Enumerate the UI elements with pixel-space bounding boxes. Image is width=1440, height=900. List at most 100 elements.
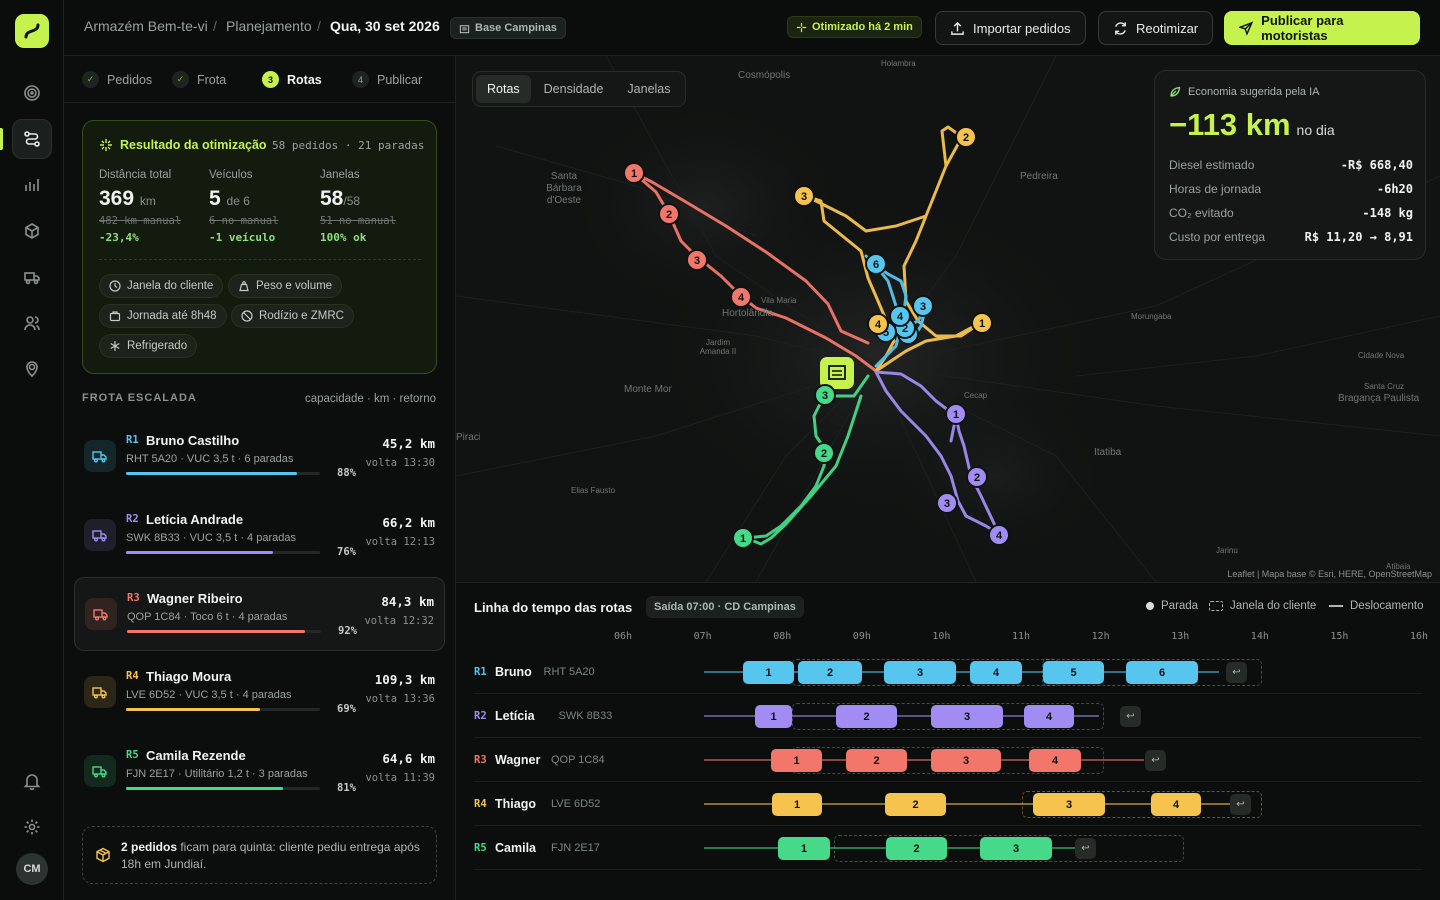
return-icon[interactable]: ↩ [1145,750,1166,771]
stop-marker-r3-2[interactable]: 2 [658,203,680,225]
fleet-vehicle-r5[interactable]: R5 Camila Rezende FJN 2E17 · Utilitário 1,… [74,735,445,809]
nav-routes-icon[interactable] [12,119,52,159]
stop-marker-r2-2[interactable]: 2 [966,466,988,488]
kpi-value-wrap: 369 km [99,187,181,211]
timeline-stop[interactable]: 1 [778,837,830,860]
fleet-vehicle-r2[interactable]: R2 Letícia Andrade SWK 8B33 · VUC 3,5 t · … [74,499,445,573]
publish-button[interactable]: Publicar para motoristas [1224,11,1420,45]
stop-marker-r5-1[interactable]: 1 [732,527,754,549]
stop-marker-r3-3[interactable]: 3 [686,249,708,271]
constraint-tag[interactable]: Jornada até 8h48 [99,304,227,328]
nav-location-icon[interactable] [12,349,52,389]
import-orders-button[interactable]: Importar pedidos [935,11,1086,45]
timeline-stop[interactable]: 2 [846,749,907,772]
notifications-bell-icon[interactable] [12,761,52,801]
capacity-percent: 92% [338,625,357,637]
timeline-stop[interactable]: 5 [1043,661,1104,684]
breadcrumb-org[interactable]: Armazém Bem-te-vi [84,18,208,34]
stop-marker-r2-3[interactable]: 3 [936,492,958,514]
timeline-stop[interactable]: 2 [886,837,947,860]
app-logo[interactable] [15,14,49,48]
timeline-row-r5[interactable]: R5 Camila FJN 2E17 1 2 3 ↩ [474,826,1422,870]
savings-unit: no dia [1296,122,1335,138]
reoptimize-button[interactable]: Reotimizar [1098,11,1214,45]
timeline-stop[interactable]: 3 [884,661,956,684]
driver-first-name: Thiago [495,797,536,811]
timeline-stop[interactable]: 4 [1029,749,1081,772]
base-chip[interactable]: Base Campinas [450,17,566,39]
stop-marker-r2-4[interactable]: 4 [988,524,1010,546]
timeline-row-r4[interactable]: R4 Thiago LVE 6D52 1 2 3 4 ↩ [474,782,1422,826]
kpi-distance: Distância total 369 km 482 km manual -23… [99,169,181,244]
timeline-stop[interactable]: 1 [743,661,794,684]
savings-km: −113 km [1169,107,1291,142]
timeline-stop[interactable]: 3 [980,837,1052,860]
stop-marker-label: 3 [944,498,950,510]
step-pedidos[interactable]: ✓ Pedidos [82,71,152,88]
return-icon[interactable]: ↩ [1120,706,1141,727]
timeline-stop[interactable]: 6 [1126,661,1198,684]
route-map[interactable]: 123456123412341234123 Cosmópolis Holambr… [456,56,1440,582]
hour-tick: 11h [1012,631,1031,642]
capacity-bar [126,551,320,554]
timeline-stop[interactable]: 4 [970,661,1022,684]
stop-marker-r4-2[interactable]: 2 [955,126,977,148]
constraint-tag[interactable]: Rodízio e ZMRC [231,304,354,328]
map-label: Holambra [881,59,916,68]
kpi-windows: Janelas 58/58 51 no manual 100% ok [320,169,396,244]
timeline-stop[interactable]: 4 [1024,705,1074,728]
stop-marker-r2-1[interactable]: 1 [945,403,967,425]
timeline-row-r2[interactable]: R2 Letícia SWK 8B33 1 2 3 4 ↩ [474,694,1422,738]
return-icon[interactable]: ↩ [1075,838,1096,859]
step-rotas[interactable]: 3 Rotas [262,71,322,88]
tab-rotas[interactable]: Rotas [476,75,531,103]
map-attribution[interactable]: Leaflet | Mapa base © Esri, HERE, OpenSt… [1224,569,1435,579]
timeline-row-r3[interactable]: R3 Wagner QOP 1C84 1 2 3 4 ↩ [474,738,1422,782]
nav-users-icon[interactable] [12,303,52,343]
stop-marker-r1-4[interactable]: 4 [889,305,911,327]
map-label: Vila Maria [761,296,797,305]
stop-marker-r4-4[interactable]: 4 [867,313,889,335]
timeline-stop[interactable]: 3 [931,705,1003,728]
fleet-vehicle-r3[interactable]: R3 Wagner Ribeiro QOP 1C84 · Toco 6 t · 4 … [74,577,445,651]
avatar[interactable]: CM [16,853,48,885]
stop-marker-r5-3[interactable]: 3 [814,384,836,406]
timeline-stop[interactable]: 4 [1151,793,1201,816]
timeline-stop[interactable]: 3 [1033,793,1105,816]
stop-marker-r1-6[interactable]: 6 [865,253,887,275]
nav-package-icon[interactable] [12,211,52,251]
timeline-stop[interactable]: 2 [885,793,946,816]
route-distance: 84,3 km [381,594,434,609]
map-label: Cosmópolis [738,70,791,81]
timeline-stop[interactable]: 2 [798,661,862,684]
breadcrumb-section[interactable]: Planejamento [226,18,312,34]
nav-truck-icon[interactable] [12,257,52,297]
timeline-stop[interactable]: 2 [836,705,897,728]
stop-marker-r1-3[interactable]: 3 [912,295,934,317]
result-summary: 58 pedidos · 21 paradas [272,139,425,152]
fleet-vehicle-r1[interactable]: R1 Bruno Castilho RHT 5A20 · VUC 3,5 t · 6… [74,420,445,494]
timeline-stop[interactable]: 1 [772,793,822,816]
timeline-stop[interactable]: 1 [771,749,822,772]
step-publicar[interactable]: 4 Publicar [352,71,422,88]
constraint-tag[interactable]: Refrigerado [99,334,198,358]
stop-marker-r4-3[interactable]: 3 [793,185,815,207]
stop-marker-r3-1[interactable]: 1 [623,162,645,184]
stop-marker-r4-1[interactable]: 1 [971,312,993,334]
constraint-tag[interactable]: Janela do cliente [99,274,224,298]
fleet-vehicle-r4[interactable]: R4 Thiago Moura LVE 6D52 · VUC 3,5 t · 4 p… [74,656,445,730]
timeline-stop[interactable]: 3 [931,749,1001,772]
constraint-tag[interactable]: Peso e volume [228,274,343,298]
stop-marker-r5-2[interactable]: 2 [813,442,835,464]
settings-gear-icon[interactable] [12,807,52,847]
nav-analytics-icon[interactable] [12,165,52,205]
step-frota[interactable]: ✓ Frota [172,71,226,88]
tab-densidade[interactable]: Densidade [533,75,615,103]
stop-marker-r3-4[interactable]: 4 [730,286,752,308]
return-icon[interactable]: ↩ [1226,662,1247,683]
timeline-stop[interactable]: 1 [755,705,792,728]
return-icon[interactable]: ↩ [1230,794,1251,815]
nav-radar-icon[interactable] [12,73,52,113]
tab-janelas[interactable]: Janelas [616,75,681,103]
timeline-row-r1[interactable]: R1 Bruno RHT 5A20 1 2 3 4 5 6 ↩ [474,650,1422,694]
